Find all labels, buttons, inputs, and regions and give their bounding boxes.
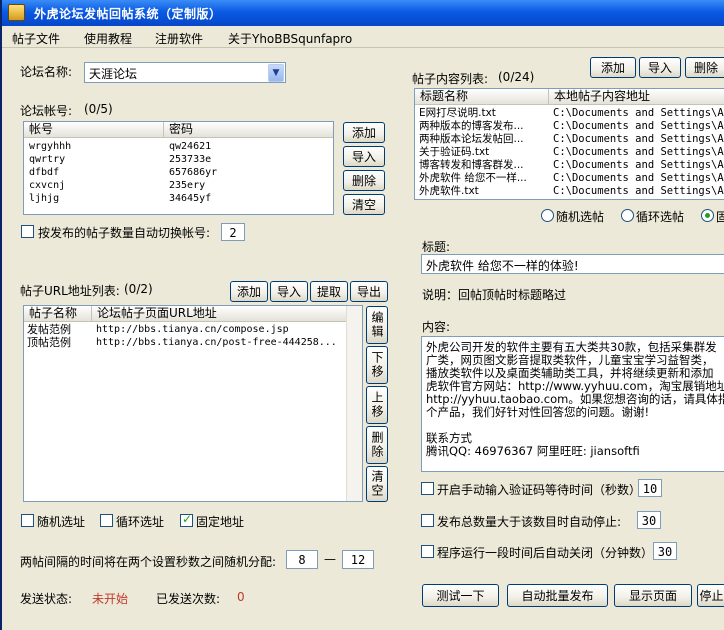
- content-label: 内容:: [422, 320, 451, 334]
- auto-publish-button[interactable]: 自动批量发布: [507, 584, 608, 607]
- url-cycle-checkbox[interactable]: [100, 514, 113, 527]
- account-add-button[interactable]: 添加: [343, 122, 385, 143]
- urls-header-url[interactable]: 论坛帖子页面URL地址: [92, 306, 348, 322]
- url-extract-button[interactable]: 提取: [310, 281, 348, 302]
- urls-header-name[interactable]: 帖子名称: [24, 306, 92, 322]
- status-value: 未开始: [92, 592, 129, 606]
- sent-count-label: 已发送次数:: [156, 592, 221, 606]
- sent-count-value: 0: [237, 590, 245, 604]
- menu-bar: 帖子文件 使用教程 注册软件 关于YhoBBSqunfapro: [2, 26, 724, 48]
- account-delete-button[interactable]: 删除: [343, 170, 385, 191]
- url-clear-button[interactable]: 清空: [366, 466, 388, 502]
- show-page-button[interactable]: 显示页面: [614, 584, 692, 607]
- window-title: 外虎论坛发帖回帖系统（定制版）: [34, 7, 222, 21]
- url-fixed-checkbox[interactable]: [180, 512, 193, 527]
- url-random-label: 随机选址: [37, 515, 86, 529]
- auto-switch-label: 按发布的帖子数量自动切换帐号:: [38, 226, 211, 240]
- stop-button[interactable]: 停止: [697, 584, 724, 607]
- posts-count: (0/24): [498, 70, 535, 84]
- url-export-button[interactable]: 导出: [350, 281, 388, 302]
- post-random-label: 随机选帖: [556, 210, 605, 224]
- post-fixed-radio[interactable]: [701, 209, 714, 222]
- posts-list[interactable]: 标题名称 本地帖子内容地址 E网打尽说明.txt C:\Documents and…: [414, 88, 724, 200]
- url-random-checkbox[interactable]: [21, 514, 34, 527]
- menu-post-file[interactable]: 帖子文件: [12, 30, 60, 47]
- account-clear-button[interactable]: 清空: [343, 194, 385, 215]
- forum-select-value: 天涯论坛: [89, 67, 138, 81]
- captcha-wait-label: 开启手动输入验证码等待时间（秒数）: [437, 483, 642, 497]
- url-cycle-label: 循环选址: [116, 515, 165, 529]
- chevron-down-icon[interactable]: ▼: [268, 64, 284, 82]
- app-window: 外虎论坛发帖回帖系统（定制版） 帖子文件 使用教程 注册软件 关于YhoBBSq…: [0, 0, 724, 630]
- url-add-button[interactable]: 添加: [230, 281, 268, 302]
- app-icon: [8, 4, 25, 21]
- urls-scrollbar[interactable]: [346, 306, 362, 501]
- post-fixed-label: 固: [716, 210, 724, 224]
- accounts-list[interactable]: 帐号 密码 wrgyhhh qw24621 qwrtry 253733e dfbdf…: [23, 121, 334, 215]
- content-line: 腾讯QQ: 46976367 阿里旺旺: jiansoftfi: [426, 444, 640, 458]
- auto-stop-input[interactable]: 30: [637, 511, 661, 529]
- accounts-count: (0/5): [84, 102, 113, 116]
- title-note: 说明：回帖顶帖时标题略过: [422, 288, 567, 302]
- auto-switch-checkbox[interactable]: [21, 225, 34, 238]
- auto-stop-label: 发布总数量大于该数目时自动停止:: [437, 515, 622, 529]
- url-import-button[interactable]: 导入: [270, 281, 308, 302]
- posts-label: 帖子内容列表:: [412, 72, 489, 86]
- url-edit-button[interactable]: 编辑: [366, 306, 388, 344]
- urls-label: 帖子URL地址列表:: [20, 284, 120, 298]
- auto-close-checkbox[interactable]: [421, 545, 434, 558]
- title-label: 标题:: [422, 240, 451, 254]
- url-move-up-button[interactable]: 上移: [366, 386, 388, 424]
- title-bar: 外虎论坛发帖回帖系统（定制版）: [2, 0, 724, 26]
- title-input[interactable]: 外虎软件 给您不一样的体验!: [421, 254, 724, 274]
- url-delete-button[interactable]: 删除: [366, 426, 388, 464]
- accounts-label: 论坛帐号:: [20, 104, 73, 118]
- post-import-button[interactable]: 导入: [639, 57, 681, 78]
- post-cycle-radio[interactable]: [621, 209, 634, 222]
- menu-tutorial[interactable]: 使用教程: [84, 30, 132, 47]
- captcha-wait-checkbox[interactable]: [421, 482, 434, 495]
- posts-header-title[interactable]: 标题名称: [415, 89, 549, 105]
- auto-stop-checkbox[interactable]: [421, 514, 434, 527]
- accounts-header-account[interactable]: 帐号: [24, 122, 164, 138]
- forum-label: 论坛名称:: [20, 65, 73, 79]
- interval-dash: —: [324, 552, 336, 566]
- url-move-down-button[interactable]: 下移: [366, 346, 388, 384]
- menu-about[interactable]: 关于YhoBBSqunfapro: [228, 30, 352, 47]
- urls-count: (0/2): [124, 282, 153, 296]
- post-random-radio[interactable]: [541, 209, 554, 222]
- account-import-button[interactable]: 导入: [343, 146, 385, 167]
- post-delete-button[interactable]: 删除: [685, 57, 724, 78]
- post-add-button[interactable]: 添加: [590, 57, 636, 78]
- status-label: 发送状态:: [20, 592, 73, 606]
- post-cycle-label: 循环选帖: [636, 210, 685, 224]
- url-fixed-label: 固定地址: [196, 515, 245, 529]
- forum-select[interactable]: 天涯论坛 ▼: [84, 62, 286, 83]
- accounts-header-password[interactable]: 密码: [164, 122, 333, 138]
- captcha-wait-input[interactable]: 10: [638, 479, 662, 497]
- content-textarea[interactable]: 外虎公司开发的软件主要有五大类共30款，包括采集群发 广类，网页图文影音提取类软…: [421, 336, 724, 472]
- posts-header-path[interactable]: 本地帖子内容地址: [549, 89, 724, 105]
- interval-label: 两帖间隔的时间将在两个设置秒数之间随机分配:: [20, 555, 277, 569]
- menu-register[interactable]: 注册软件: [155, 30, 203, 47]
- test-button[interactable]: 测试一下: [422, 584, 499, 607]
- auto-switch-input[interactable]: 2: [221, 223, 245, 241]
- content-line: 个产品，我们好针对性回答您的问题。谢谢!: [426, 405, 650, 419]
- auto-close-label: 程序运行一段时间后自动关闭（分钟数）:: [437, 546, 658, 560]
- interval-to-input[interactable]: 12: [342, 550, 374, 569]
- auto-close-input[interactable]: 30: [653, 542, 677, 560]
- interval-from-input[interactable]: 8: [286, 550, 318, 569]
- urls-list[interactable]: 帖子名称 论坛帖子页面URL地址 发帖范例 http://bbs.tianya.c…: [23, 305, 363, 502]
